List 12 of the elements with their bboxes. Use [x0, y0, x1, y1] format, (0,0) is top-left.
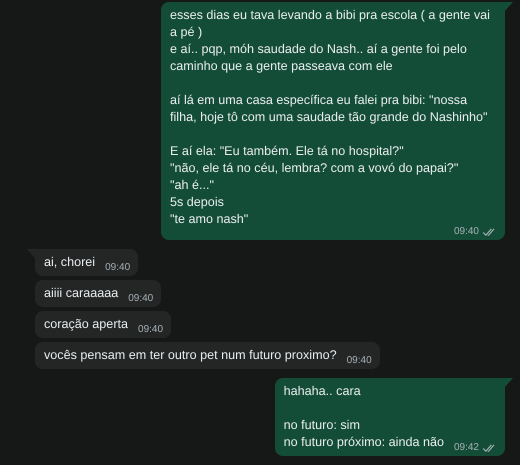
message-text: vocês pensam em ter outro pet num futuro proximo?: [44, 347, 337, 364]
message-text: coração aperta: [44, 316, 128, 333]
message-time: 09:40: [138, 323, 164, 337]
message-time: 09:42: [454, 441, 479, 455]
message-time: 09:40: [346, 354, 372, 368]
message-time: 09:40: [454, 225, 479, 239]
message-text: ai, chorei: [44, 254, 96, 271]
message-time: 09:40: [105, 261, 130, 275]
message-text: aiiii caraaaaa: [44, 285, 118, 302]
message-text: hahaha.. cara no futuro: sim no futuro próximo: ainda não: [284, 383, 444, 451]
message-text: esses dias eu tava levando a bibi pra escola ( a gente vai a pé ) e aí.. pqp, móh saudade do Nash.. aí a gente foi pelo caminho que a gente passeava com ele aí lá em uma casa específica eu falei pra bibi: "nossa filha, hoje tô com uma saudade tão grande do Nashinho" E aí ela: "Eu também. Ele tá no hospital?" "não, ele tá no céu, lembra? com a vovó do papai?" "ah é..." 5s depois "te amo nash": [170, 7, 491, 227]
message-time: 09:40: [128, 292, 154, 306]
